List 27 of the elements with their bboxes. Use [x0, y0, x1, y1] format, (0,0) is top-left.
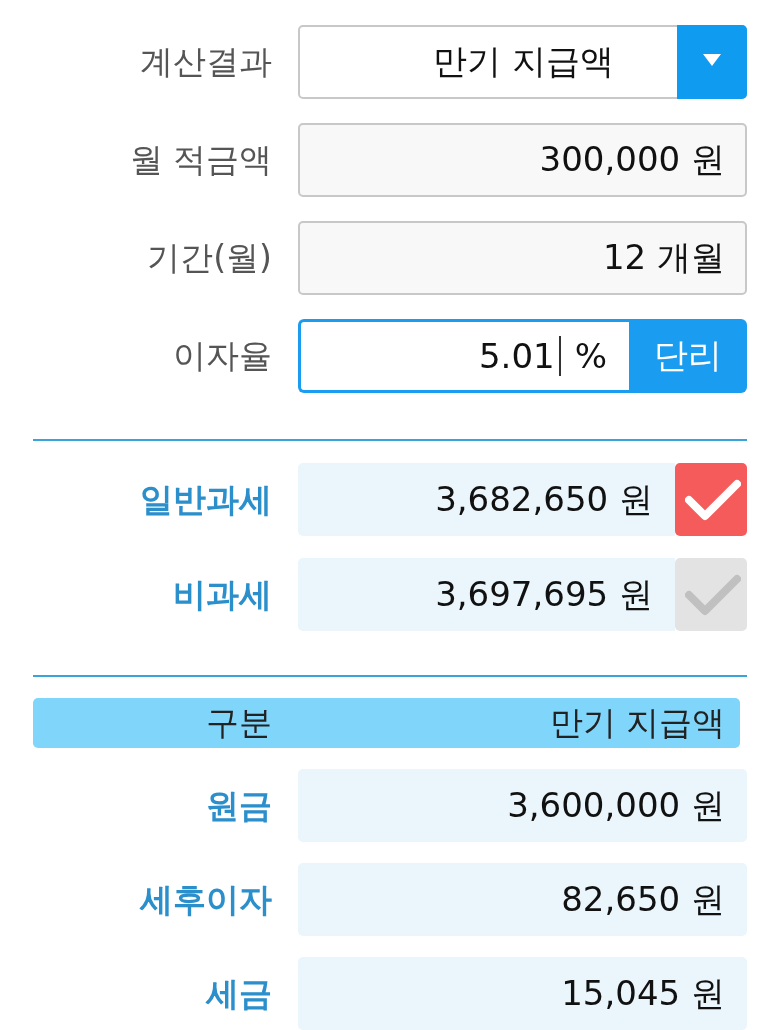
checkmark-icon [685, 478, 741, 521]
column-header: 구분 [206, 703, 272, 743]
field-label: 계산결과 [140, 42, 272, 82]
amount-display: 15,045 원 [298, 957, 747, 1030]
row-label: 세금 [206, 973, 272, 1014]
row-label: 원금 [206, 785, 272, 826]
input-field[interactable]: 5.01 % [298, 319, 629, 393]
input-field[interactable]: 300,000 원 [298, 123, 747, 197]
unit-label: % [574, 336, 607, 376]
field-label: 이자율 [173, 336, 272, 376]
amount-display: 3,682,650 원 [298, 463, 675, 536]
amount-display: 3,697,695 원 [298, 558, 675, 631]
input-field[interactable]: 12 개월 [298, 221, 747, 295]
text-cursor-icon [558, 336, 561, 376]
tax-type-label: 비과세 [173, 574, 272, 615]
row-label: 세후이자 [140, 879, 272, 920]
amount-display: 3,600,000 원 [298, 769, 747, 842]
checkbox[interactable] [675, 558, 747, 631]
column-header: 만기 지급액 [549, 703, 726, 743]
result-type-dropdown[interactable]: 만기 지급액 [298, 25, 747, 99]
amount-display: 82,650 원 [298, 863, 747, 936]
tax-type-label: 일반과세 [140, 479, 272, 520]
checkmark-icon [685, 573, 741, 616]
field-label: 기간(월) [147, 238, 272, 278]
dropdown-caret-icon [677, 25, 747, 99]
field-label: 월 적금액 [129, 140, 272, 180]
checkbox[interactable] [675, 463, 747, 536]
